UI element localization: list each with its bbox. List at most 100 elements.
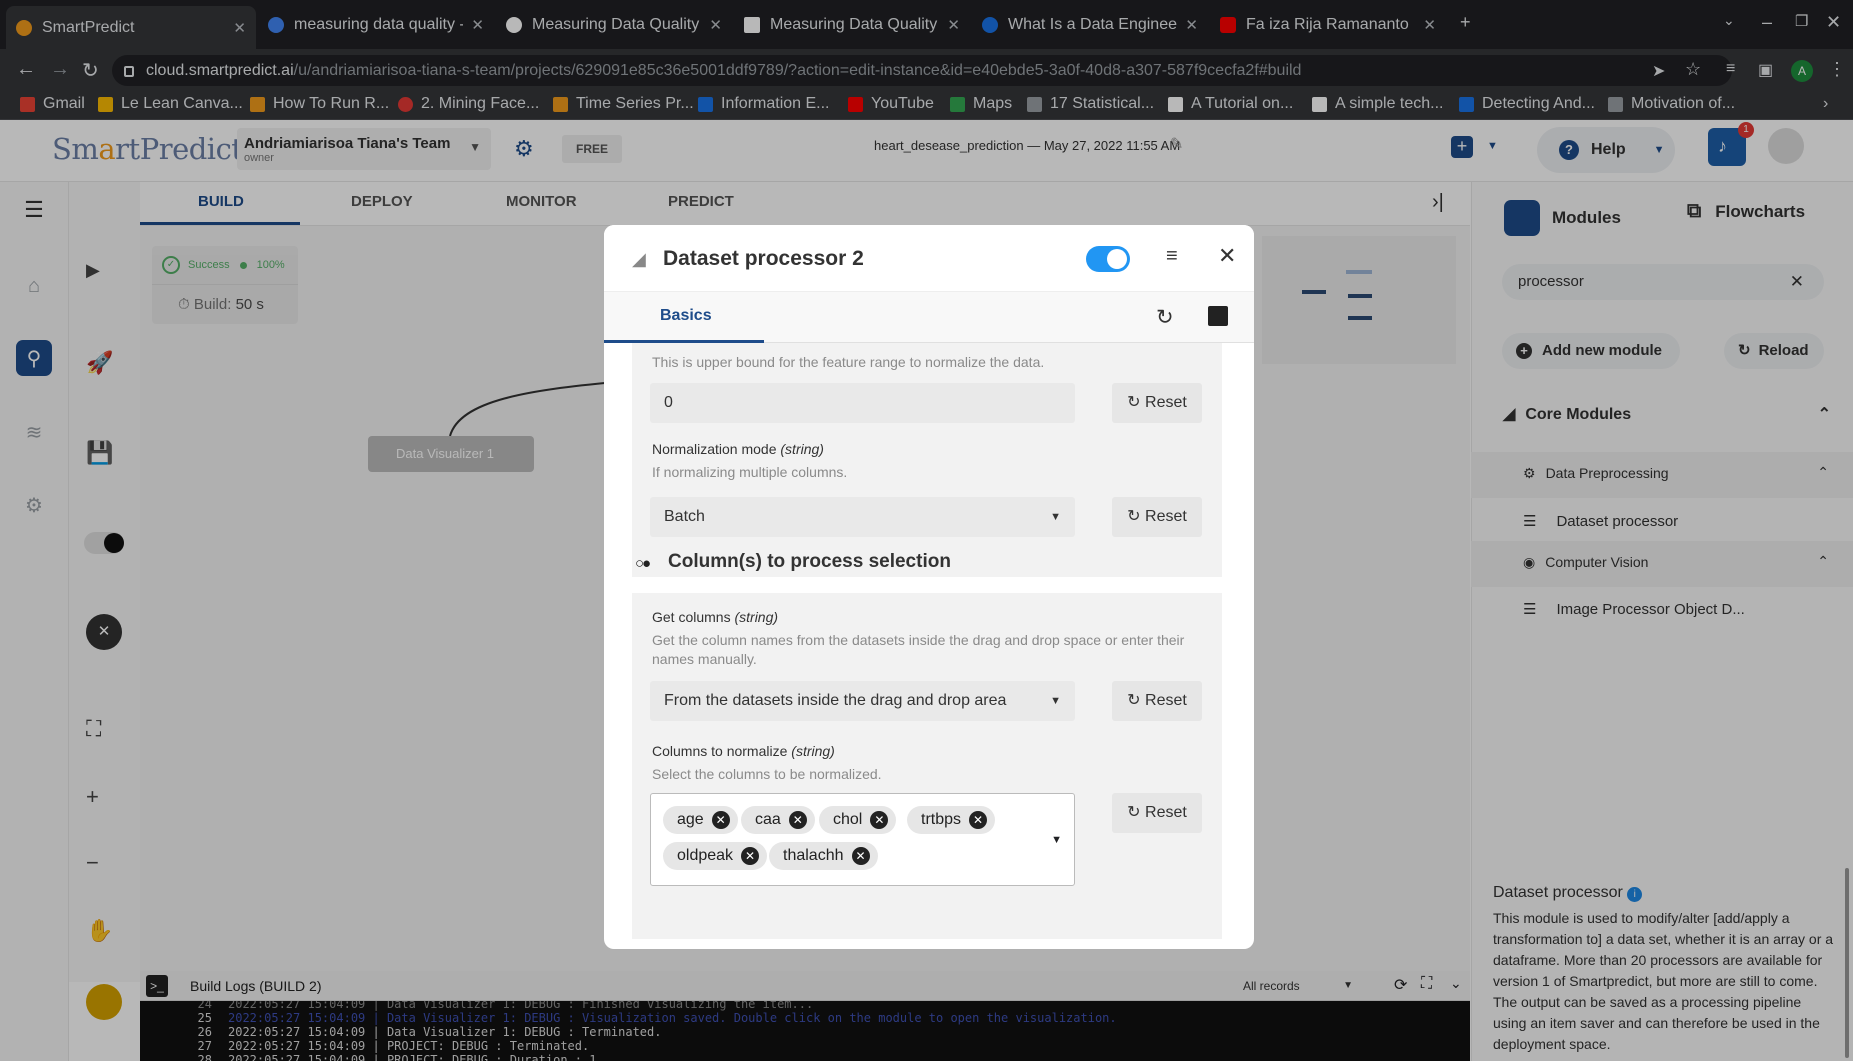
close-window-icon[interactable]: ✕ — [1826, 12, 1841, 33]
share-icon[interactable]: ➤ — [1652, 61, 1665, 81]
bookmark-item[interactable]: Information E... — [698, 95, 830, 113]
enable-toggle[interactable] — [1086, 246, 1130, 272]
reading-list-icon[interactable]: ≡ — [1726, 60, 1735, 78]
close-icon[interactable]: ✕ — [1218, 243, 1236, 269]
bookmark-item[interactable]: Detecting And... — [1459, 95, 1595, 113]
hamburger-menu-icon[interactable]: ☰ — [16, 192, 52, 228]
tab-modules[interactable]: Modules — [1504, 200, 1621, 236]
close-tab-icon[interactable]: ✕ — [233, 19, 246, 37]
flowchart-icon[interactable]: ⚲ — [16, 340, 52, 376]
browser-tab[interactable]: Measuring Data Quality fo ✕ — [496, 8, 732, 41]
settings-icon[interactable]: ⚙ — [16, 487, 52, 523]
minimap[interactable] — [1262, 236, 1456, 364]
browser-tab[interactable]: measuring data quality - G ✕ — [258, 8, 494, 41]
add-new-module-button[interactable]: + Add new module — [1502, 333, 1680, 369]
minimap-toggle-icon[interactable] — [86, 984, 122, 1020]
browser-menu-icon[interactable]: ⋮ — [1828, 59, 1846, 80]
bookmark-item[interactable]: Gmail — [20, 95, 85, 113]
clear-canvas-icon[interactable]: ✕ — [86, 614, 122, 650]
bookmark-item[interactable]: Motivation of... — [1608, 95, 1735, 113]
log-filter-select[interactable]: All records ▼ — [1243, 975, 1353, 997]
minimize-icon[interactable]: – — [1762, 12, 1772, 33]
remove-chip-icon[interactable]: ✕ — [969, 811, 988, 829]
collapse-menu-icon[interactable]: ≡ — [1166, 245, 1178, 268]
bookmark-item[interactable]: YouTube — [848, 95, 934, 113]
bookmark-item[interactable]: Maps — [950, 95, 1012, 113]
remove-chip-icon[interactable]: ✕ — [851, 847, 870, 865]
avatar[interactable] — [1768, 128, 1804, 164]
tab-search-icon[interactable]: ⌄ — [1723, 12, 1735, 29]
tab-monitor[interactable]: MONITOR — [506, 193, 577, 210]
forward-icon[interactable]: → — [50, 58, 70, 81]
lock-icon[interactable] — [124, 66, 134, 77]
upper-bound-input[interactable]: 0 — [650, 383, 1075, 423]
browser-tab[interactable]: What Is a Data Engineer? ✕ — [972, 8, 1208, 41]
module-item-dataset-processor[interactable]: ☰ Dataset processor — [1471, 504, 1853, 542]
new-tab-icon[interactable]: + — [1460, 12, 1471, 33]
bookmark-item[interactable]: How To Run R... — [250, 95, 389, 113]
bookmark-item[interactable]: 17 Statistical... — [1027, 95, 1154, 113]
reload-icon[interactable]: ↻ — [82, 58, 99, 83]
browser-tab[interactable]: SmartPredict ✕ — [6, 6, 256, 49]
data-preprocessing-category[interactable]: ⚙ Data Preprocessing ⌃ — [1471, 452, 1853, 498]
profile-icon[interactable]: A — [1791, 60, 1813, 82]
bookmark-item[interactable]: A simple tech... — [1312, 95, 1444, 113]
home-icon[interactable]: ⌂ — [16, 268, 52, 304]
browser-tab[interactable]: Fa iza Rija Ramananto ✕ — [1210, 8, 1446, 41]
tab-basics[interactable]: Basics — [660, 307, 712, 325]
gear-icon[interactable]: ⚙ — [514, 136, 534, 162]
canvas-node[interactable]: Data Visualizer 1 — [368, 436, 534, 472]
core-modules-header[interactable]: ◢ Core Modules ⌃ — [1471, 404, 1853, 434]
bookmark-item[interactable]: 2. Mining Face... — [398, 95, 539, 113]
bookmark-item[interactable]: Le Lean Canva... — [98, 95, 243, 113]
close-tab-icon[interactable]: ✕ — [947, 16, 960, 34]
tab-deploy[interactable]: DEPLOY — [351, 193, 413, 210]
edit-pencil-icon[interactable]: ✎ — [1170, 134, 1183, 154]
tab-flowcharts[interactable]: ⧉ Flowcharts — [1687, 200, 1805, 223]
back-icon[interactable]: ← — [16, 58, 36, 81]
fullscreen-icon[interactable]: ⛶ — [86, 716, 101, 742]
close-tab-icon[interactable]: ✕ — [709, 16, 722, 34]
zoom-out-icon[interactable]: − — [86, 850, 99, 876]
smartpredict-logo[interactable]: SmartPredict — [52, 132, 243, 166]
computer-vision-category[interactable]: ◉ Computer Vision ⌃ — [1471, 541, 1853, 587]
add-icon[interactable]: + — [1451, 136, 1473, 158]
side-panel-icon[interactable]: ▣ — [1758, 60, 1773, 80]
more-bookmarks-icon[interactable]: › — [1823, 95, 1828, 113]
clear-search-icon[interactable]: ✕ — [1790, 264, 1804, 300]
close-tab-icon[interactable]: ✕ — [1185, 16, 1198, 34]
reset-all-icon[interactable]: ↻ — [1156, 305, 1174, 330]
remove-chip-icon[interactable]: ✕ — [788, 811, 807, 829]
help-button[interactable]: ? Help ▼ — [1537, 127, 1675, 173]
notifications-button[interactable]: ♪ 1 — [1708, 122, 1754, 166]
get-columns-select[interactable]: From the datasets inside the drag and dr… — [650, 681, 1075, 721]
rocket-icon[interactable]: 🚀 — [86, 350, 113, 376]
module-search-input[interactable]: processor ✕ — [1502, 264, 1824, 300]
bookmark-item[interactable]: Time Series Pr... — [553, 95, 694, 113]
info-icon[interactable]: i — [1627, 887, 1643, 902]
bookmark-star-icon[interactable]: ☆ — [1685, 59, 1701, 80]
scrollbar[interactable] — [1845, 868, 1849, 1058]
dark-mode-toggle[interactable] — [84, 532, 124, 554]
close-tab-icon[interactable]: ✕ — [471, 16, 484, 34]
chevron-down-icon[interactable]: ▼ — [1487, 140, 1498, 152]
caret-down-icon[interactable]: ▼ — [1051, 834, 1062, 846]
address-bar[interactable]: cloud.smartpredict.ai/u/andriamiarisoa-t… — [112, 55, 1732, 86]
remove-chip-icon[interactable]: ✕ — [870, 811, 889, 829]
browser-tab[interactable]: Measuring Data Quality fo ✕ — [734, 8, 970, 41]
expand-icon[interactable]: ⛶ — [1421, 975, 1432, 993]
chevron-down-icon[interactable]: ⌄ — [1450, 975, 1462, 992]
reload-button[interactable]: ↻ Reload — [1724, 333, 1824, 369]
pan-hand-icon[interactable]: ✋ — [86, 918, 113, 944]
tab-build[interactable]: BUILD — [198, 193, 244, 210]
reset-button[interactable]: ↻ Reset — [1112, 793, 1202, 833]
run-play-icon[interactable]: ▶ — [86, 260, 100, 281]
reset-button[interactable]: ↻ Reset — [1112, 681, 1202, 721]
save-icon[interactable]: 💾 — [86, 440, 113, 466]
tab-predict[interactable]: PREDICT — [668, 193, 734, 210]
zoom-in-icon[interactable]: + — [86, 784, 99, 810]
columns-multiselect[interactable]: age ✕ caa ✕ chol ✕ trtbps ✕ oldpeak ✕ thalach… — [650, 793, 1075, 886]
layers-icon[interactable]: ≋ — [16, 414, 52, 450]
remove-chip-icon[interactable]: ✕ — [711, 811, 730, 829]
refresh-icon[interactable]: ⟳ — [1394, 975, 1407, 995]
